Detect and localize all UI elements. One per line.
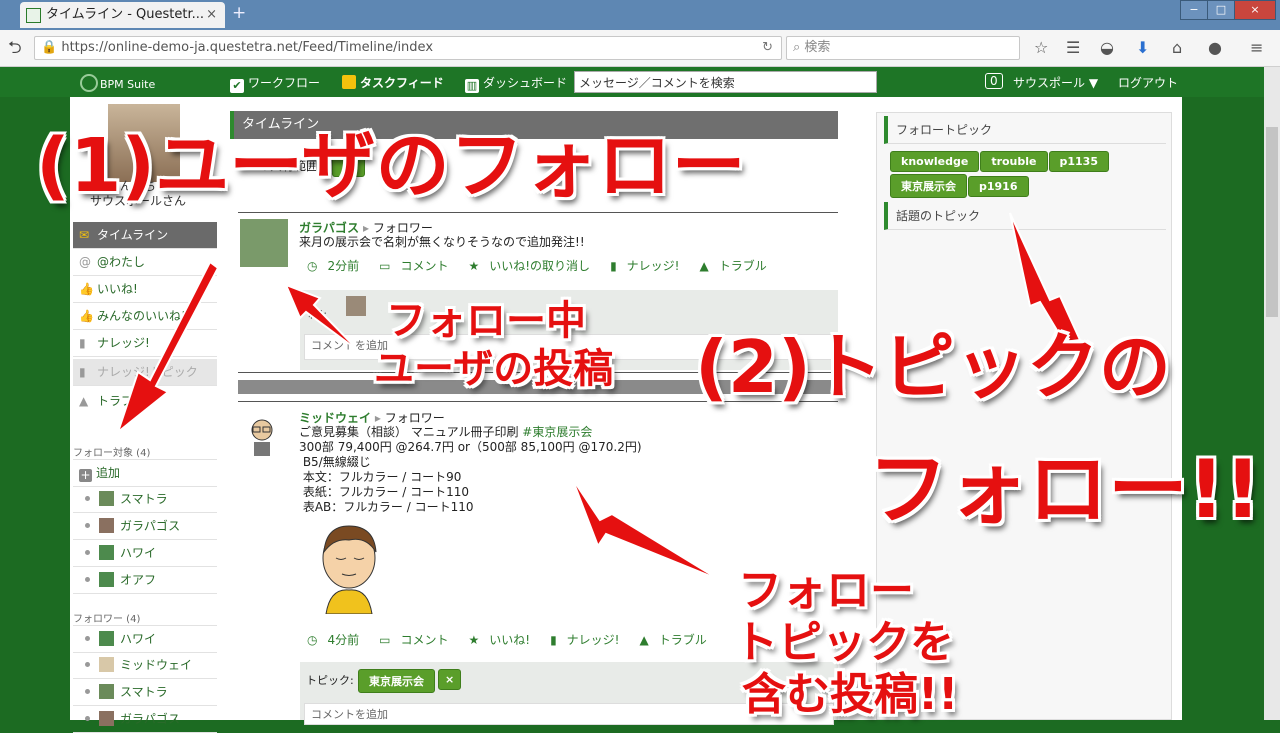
annotation-user-follow: (1)ユーザのフォロー bbox=[36, 123, 746, 209]
annotation-topic-post-3: 含む投稿!! bbox=[742, 669, 959, 720]
annotation-topic-follow-2: フォロー!! bbox=[868, 443, 1261, 536]
annotation-topic-post-1: フォロー bbox=[738, 565, 914, 616]
annotation-topic-post-2: トピックを bbox=[734, 617, 954, 668]
annotation-followed-user-2: ユーザの投稿 bbox=[374, 346, 614, 392]
annotation-followed-user-1: フォロー中 bbox=[386, 298, 586, 344]
annotation-topic-follow-1: (2)トピックの bbox=[695, 325, 1171, 409]
